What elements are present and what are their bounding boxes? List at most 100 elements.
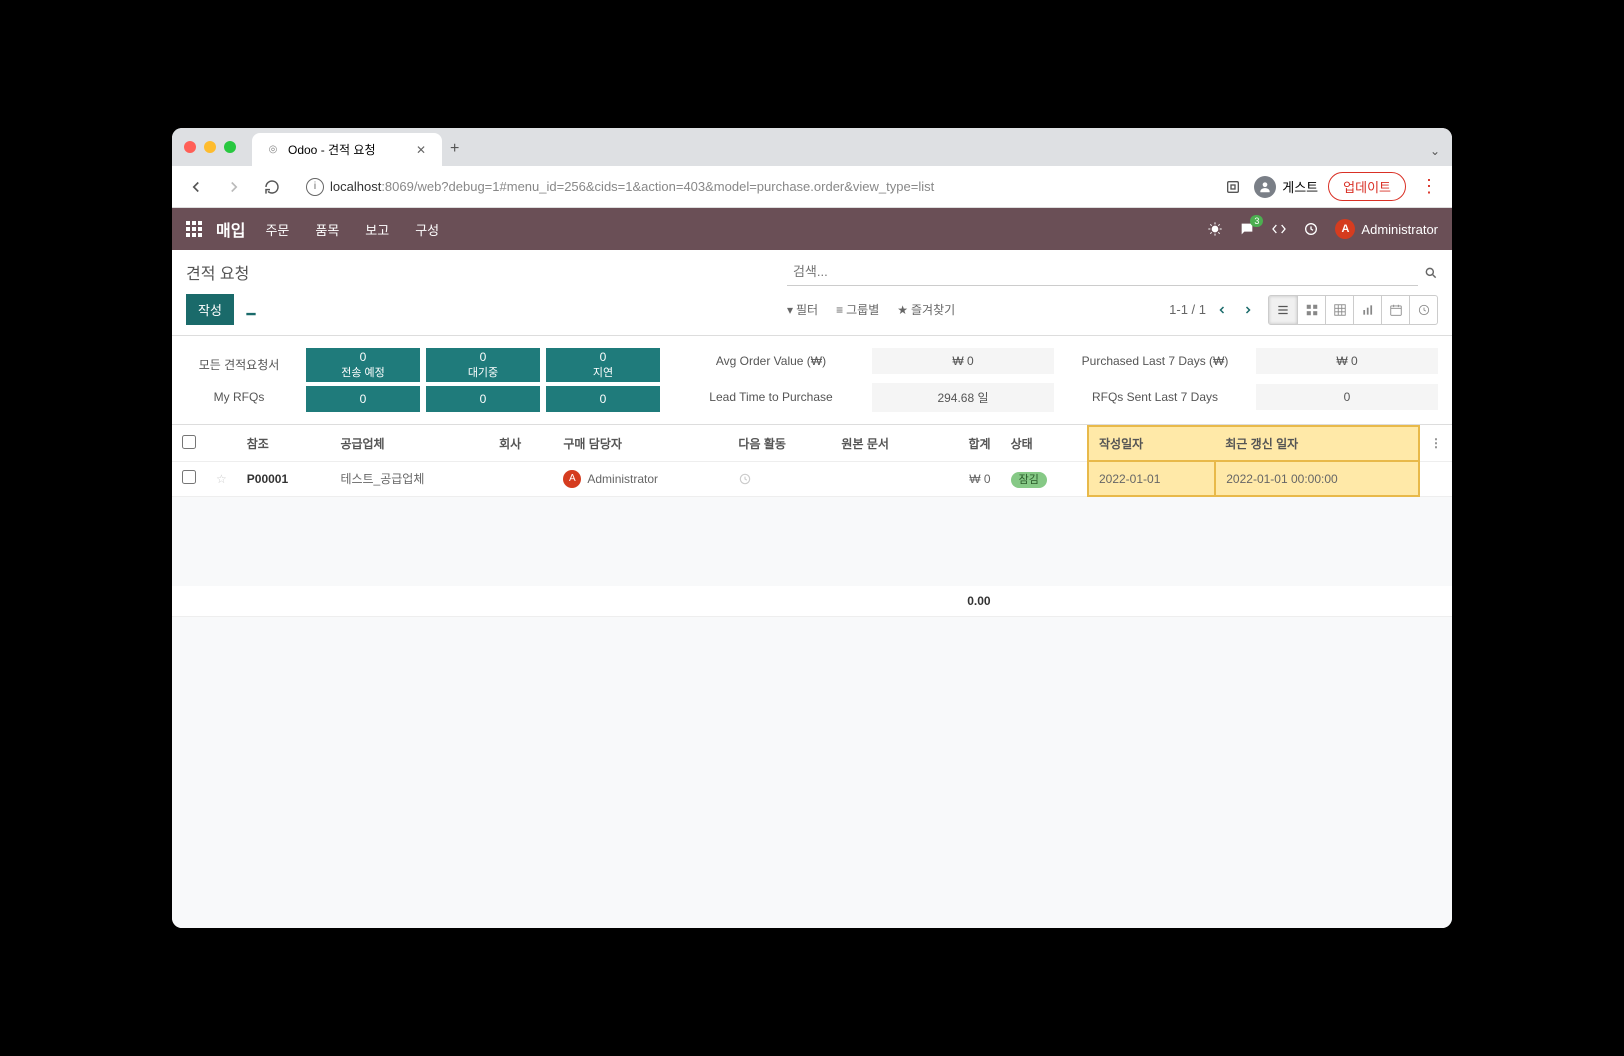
tabs-overflow-icon[interactable]: ⌄ [1418, 136, 1452, 166]
search-input[interactable] [787, 260, 1418, 286]
user-menu[interactable]: A Administrator [1335, 219, 1438, 239]
window-close-button[interactable] [184, 141, 196, 153]
search-icon[interactable] [1424, 266, 1438, 280]
th-total[interactable]: 합계 [934, 426, 1000, 461]
user-name: Administrator [1361, 222, 1438, 237]
th-buyer[interactable]: 구매 담당자 [553, 426, 728, 461]
view-switcher [1268, 295, 1438, 325]
dash-label-all: 모든 견적요청서 [186, 356, 292, 373]
pager: 1-1 / 1 [1169, 302, 1258, 318]
tile-tosend-all[interactable]: 0전송 예정 [306, 348, 420, 382]
th-write-date[interactable]: 최근 갱신 일자 [1215, 426, 1419, 461]
select-all-checkbox[interactable] [182, 435, 196, 449]
th-activity[interactable]: 다음 활동 [728, 426, 831, 461]
stat-lead-value: 294.68 일 [872, 383, 1054, 412]
dash-row-labels: 모든 견적요청서 My RFQs [186, 348, 306, 412]
th-company[interactable]: 회사 [489, 426, 553, 461]
view-kanban-button[interactable] [1297, 296, 1325, 324]
create-button[interactable]: 작성 [186, 294, 234, 325]
cell-buyer: A Administrator [553, 461, 728, 496]
stat-rfq-label: RFQs Sent Last 7 Days [1064, 390, 1246, 404]
tile-late-my[interactable]: 0 [546, 386, 660, 412]
cell-total: ₩ 0 [934, 461, 1000, 496]
profile-button[interactable]: 게스트 [1254, 176, 1318, 198]
pager-next-button[interactable] [1238, 302, 1258, 318]
addressbar-row: i localhost:8069/web?debug=1#menu_id=256… [172, 166, 1452, 208]
stat-purch-value: ₩ 0 [1256, 348, 1438, 374]
nav-forward-button[interactable] [220, 173, 248, 201]
tab-title: Odoo - 견적 요청 [288, 141, 376, 158]
filter-button[interactable]: ▾필터 [787, 295, 818, 325]
traffic-lights [184, 141, 236, 153]
tab-favicon-icon: ◎ [266, 143, 280, 157]
tile-waiting-my[interactable]: 0 [426, 386, 540, 412]
pager-text: 1-1 / 1 [1169, 302, 1206, 317]
extension-icon[interactable] [1222, 176, 1244, 198]
dashboard-stats: Avg Order Value (₩) ₩ 0 Purchased Last 7… [680, 348, 1438, 412]
addressbar[interactable]: i localhost:8069/web?debug=1#menu_id=256… [296, 174, 1212, 200]
stat-avg-value: ₩ 0 [872, 348, 1054, 374]
th-status[interactable]: 상태 [1001, 426, 1088, 461]
apps-menu-icon[interactable] [186, 221, 202, 237]
table-row[interactable]: ☆ P00001 테스트_공급업체 A Administrator ₩ 0 잠김 [172, 461, 1452, 496]
tabs-row: ◎ Odoo - 견적 요청 ✕ + ⌄ [172, 128, 1452, 166]
messaging-badge: 3 [1250, 215, 1263, 227]
filter-bar: ▾필터 ≡그룹별 ★즐겨찾기 1-1 / 1 [787, 295, 1438, 325]
app-navbar: 매입 주문 품목 보고 구성 3 A Administrator [172, 208, 1452, 250]
row-star-icon[interactable]: ☆ [216, 472, 227, 486]
favorite-button[interactable]: ★즐겨찾기 [897, 295, 955, 325]
tile-tosend-my[interactable]: 0 [306, 386, 420, 412]
groupby-icon: ≡ [836, 303, 843, 317]
new-tab-button[interactable]: + [442, 132, 467, 166]
view-pivot-button[interactable] [1325, 296, 1353, 324]
activity-clock-icon[interactable] [738, 472, 821, 486]
browser-menu-button[interactable]: ⋮ [1416, 176, 1442, 197]
table-header-row: 참조 공급업체 회사 구매 담당자 다음 활동 원본 문서 합계 상태 작성일자… [172, 426, 1452, 461]
nav-back-button[interactable] [182, 173, 210, 201]
th-ref[interactable]: 참조 [237, 426, 331, 461]
activities-icon[interactable] [1303, 221, 1319, 237]
view-list-button[interactable] [1269, 296, 1297, 324]
window-minimize-button[interactable] [204, 141, 216, 153]
star-icon: ★ [897, 303, 908, 317]
nav-item-config[interactable]: 구성 [415, 220, 439, 239]
dashboard-tiles: 모든 견적요청서 My RFQs 0전송 예정 0 0대기중 0 0지연 0 [186, 348, 660, 412]
update-button[interactable]: 업데이트 [1328, 172, 1406, 201]
pager-prev-button[interactable] [1212, 302, 1232, 318]
devtools-icon[interactable] [1271, 221, 1287, 237]
view-graph-button[interactable] [1353, 296, 1381, 324]
empty-row [172, 526, 1452, 556]
tile-waiting-all[interactable]: 0대기중 [426, 348, 540, 382]
nav-item-orders[interactable]: 주문 [265, 220, 289, 239]
import-icon[interactable] [244, 303, 258, 317]
debug-icon[interactable] [1207, 221, 1223, 237]
dash-label-my: My RFQs [186, 390, 292, 404]
groupby-button[interactable]: ≡그룹별 [836, 295, 879, 325]
th-source[interactable]: 원본 문서 [831, 426, 934, 461]
view-calendar-button[interactable] [1381, 296, 1409, 324]
browser-tab[interactable]: ◎ Odoo - 견적 요청 ✕ [252, 133, 442, 166]
empty-row [172, 496, 1452, 526]
status-badge: 잠김 [1011, 472, 1047, 488]
browser-chrome: ◎ Odoo - 견적 요청 ✕ + ⌄ i localhost:8069/we… [172, 128, 1452, 208]
row-checkbox[interactable] [182, 470, 196, 484]
th-vendor[interactable]: 공급업체 [330, 426, 489, 461]
view-activity-button[interactable] [1409, 296, 1437, 324]
buyer-avatar-icon: A [563, 470, 581, 488]
window-maximize-button[interactable] [224, 141, 236, 153]
buyer-name: Administrator [587, 472, 658, 486]
tab-close-icon[interactable]: ✕ [414, 143, 428, 157]
messaging-icon[interactable]: 3 [1239, 221, 1255, 237]
nav-item-products[interactable]: 품목 [315, 220, 339, 239]
profile-label: 게스트 [1282, 177, 1318, 196]
nav-menu: 주문 품목 보고 구성 [265, 220, 439, 239]
cell-ref: P00001 [237, 461, 331, 496]
tile-late-all[interactable]: 0지연 [546, 348, 660, 382]
site-info-icon[interactable]: i [306, 178, 324, 196]
nav-reload-button[interactable] [258, 173, 286, 201]
nav-item-report[interactable]: 보고 [365, 220, 389, 239]
stat-lead-label: Lead Time to Purchase [680, 390, 862, 404]
columns-menu-icon[interactable]: ⋮ [1430, 436, 1442, 450]
th-create-date[interactable]: 작성일자 [1088, 426, 1215, 461]
stat-purch-label: Purchased Last 7 Days (₩) [1064, 354, 1246, 368]
